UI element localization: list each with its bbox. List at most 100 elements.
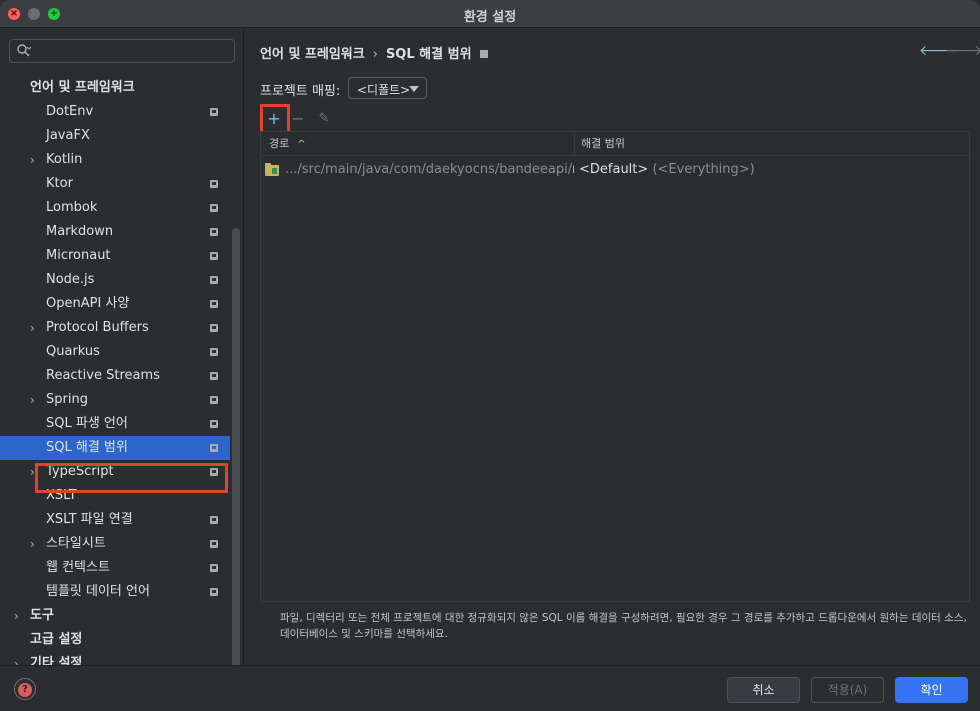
sidebar-item[interactable]: DotEnv: [0, 100, 230, 124]
project-level-icon: [210, 228, 218, 236]
breadcrumb-separator: ›: [372, 47, 378, 62]
breadcrumb: 언어 및 프레임워크 › SQL 해결 범위: [260, 43, 488, 62]
project-mapping-label: 프로젝트 매핑:: [260, 84, 341, 99]
row-scope[interactable]: <Default> (<Everything>): [579, 158, 755, 182]
sidebar-item[interactable]: XSLT: [0, 484, 230, 508]
sidebar-item-label: XSLT 파일 연결: [46, 512, 133, 527]
sidebar-item[interactable]: 웹 컨텍스트: [0, 556, 230, 580]
project-level-icon: [210, 444, 218, 452]
sidebar-item-label: DotEnv: [46, 104, 94, 119]
title-bar: × + 환경 설정: [0, 0, 980, 28]
chevron-right-icon[interactable]: ›: [30, 532, 35, 556]
project-level-icon: [210, 468, 218, 476]
breadcrumb-parent[interactable]: 언어 및 프레임워크: [260, 47, 365, 62]
project-level-icon: [210, 396, 218, 404]
settings-search[interactable]: [9, 39, 235, 63]
pencil-icon: ✎: [318, 111, 330, 126]
sidebar-item[interactable]: Node.js: [0, 268, 230, 292]
sidebar-item-label: Ktor: [46, 176, 73, 191]
ok-button[interactable]: 확인: [895, 677, 968, 703]
project-level-icon: [210, 300, 218, 308]
table-header: 경로 ^ 해결 범위: [261, 132, 969, 156]
chevron-right-icon[interactable]: ›: [30, 316, 35, 340]
project-level-icon: [210, 252, 218, 260]
sidebar-item[interactable]: › 기타 설정: [0, 652, 230, 665]
sidebar-item[interactable]: › Protocol Buffers: [0, 316, 230, 340]
sort-ascending-icon: ^: [297, 139, 306, 150]
sidebar-item-label: TypeScript: [46, 464, 114, 479]
sidebar-item-label: 스타일시트: [46, 536, 106, 551]
chevron-right-icon[interactable]: ›: [14, 604, 19, 628]
sidebar-item-label: Kotlin: [46, 152, 83, 167]
sidebar-item-label: SQL 해결 범위: [46, 440, 128, 455]
sidebar-item-label: Quarkus: [46, 344, 100, 359]
chevron-right-icon[interactable]: ›: [30, 388, 35, 412]
table-row[interactable]: .../src/main/java/com/daekyocns/bandeeap…: [261, 158, 969, 182]
search-input[interactable]: [36, 42, 228, 60]
sidebar-item[interactable]: › Kotlin: [0, 148, 230, 172]
sidebar-item[interactable]: › TypeScript: [0, 460, 230, 484]
row-scope-extra: (<Everything>): [652, 162, 755, 177]
forward-button[interactable]: 🡒: [945, 42, 980, 59]
sidebar-item[interactable]: Reactive Streams: [0, 364, 230, 388]
sidebar-item[interactable]: Quarkus: [0, 340, 230, 364]
sidebar-item[interactable]: Markdown: [0, 220, 230, 244]
sidebar-item-label: 템플릿 데이터 언어: [46, 584, 150, 599]
sidebar-item[interactable]: XSLT 파일 연결: [0, 508, 230, 532]
column-divider[interactable]: [574, 132, 575, 156]
sidebar-item-label: Node.js: [46, 272, 95, 287]
sidebar-item-label: SQL 파생 언어: [46, 416, 128, 431]
sidebar-item[interactable]: SQL 파생 언어: [0, 412, 230, 436]
project-level-icon: [210, 372, 218, 380]
project-level-icon: [210, 516, 218, 524]
row-path-tail: map: [572, 162, 574, 177]
apply-button[interactable]: 적용(A): [811, 677, 884, 703]
sidebar-item[interactable]: › 스타일시트: [0, 532, 230, 556]
sidebar-item[interactable]: JavaFX: [0, 124, 230, 148]
cancel-button[interactable]: 취소: [727, 677, 800, 703]
sidebar-item[interactable]: 언어 및 프레임워크: [0, 76, 230, 100]
breadcrumb-current: SQL 해결 범위: [385, 47, 472, 62]
project-level-icon: [210, 108, 218, 116]
sidebar-item[interactable]: 템플릿 데이터 언어: [0, 580, 230, 604]
sidebar-item-label: 도구: [30, 608, 54, 623]
project-mapping-dropdown[interactable]: <디폴트>: [348, 77, 427, 99]
project-level-icon: [210, 564, 218, 572]
add-button[interactable]: +: [263, 108, 285, 130]
sidebar-item[interactable]: Ktor: [0, 172, 230, 196]
column-header-path[interactable]: 경로 ^: [269, 132, 569, 156]
help-button[interactable]: ?: [14, 678, 36, 700]
edit-button[interactable]: ✎: [313, 108, 335, 130]
row-scope-value: <Default>: [579, 162, 649, 177]
sidebar-item-label: Reactive Streams: [46, 368, 160, 383]
column-header-path-label: 경로: [269, 137, 290, 150]
settings-sidebar: 언어 및 프레임워크 DotEnv JavaFX › Kotlin Ktor Lombok M…: [0, 28, 244, 680]
chevron-right-icon[interactable]: ›: [30, 148, 35, 172]
sidebar-item[interactable]: Lombok: [0, 196, 230, 220]
folder-icon: [265, 163, 279, 176]
sidebar-item[interactable]: Micronaut: [0, 244, 230, 268]
sidebar-item-label: Spring: [46, 392, 88, 407]
remove-button[interactable]: −: [287, 108, 309, 130]
project-level-icon: [210, 540, 218, 548]
column-header-scope[interactable]: 해결 범위: [581, 132, 961, 156]
settings-tree: 언어 및 프레임워크 DotEnv JavaFX › Kotlin Ktor Lombok M…: [0, 72, 244, 665]
sidebar-item-label: XSLT: [46, 488, 77, 503]
sidebar-item[interactable]: › 도구: [0, 604, 230, 628]
chevron-right-icon[interactable]: ›: [14, 652, 19, 665]
arrow-right-icon: 🡒: [945, 43, 980, 59]
sidebar-item[interactable]: OpenAPI 사양: [0, 292, 230, 316]
sql-resolution-table: 경로 ^ 해결 범위 .../src/main/java/com/daekyocn…: [260, 131, 970, 602]
sidebar-item-label: 기타 설정: [30, 656, 83, 665]
sidebar-item[interactable]: 고급 설정: [0, 628, 230, 652]
sidebar-item-label: 언어 및 프레임워크: [30, 80, 135, 95]
row-path[interactable]: .../src/main/java/com/daekyocns/bandeeap…: [285, 158, 574, 182]
sidebar-item-label: 고급 설정: [30, 632, 83, 647]
chevron-right-icon[interactable]: ›: [30, 460, 35, 484]
project-mapping-value: <디폴트>: [357, 83, 411, 97]
settings-window: × + 환경 설정 언어 및 프레임워크 DotEnv JavaFX › Kotlin K…: [0, 0, 980, 711]
sidebar-scrollbar[interactable]: [232, 228, 240, 680]
sidebar-item[interactable]: › Spring: [0, 388, 230, 412]
sidebar-item[interactable]: SQL 해결 범위: [0, 436, 230, 460]
row-path-prefix: .../src/main/java/com/daekyocns/bandeeap…: [285, 162, 573, 177]
